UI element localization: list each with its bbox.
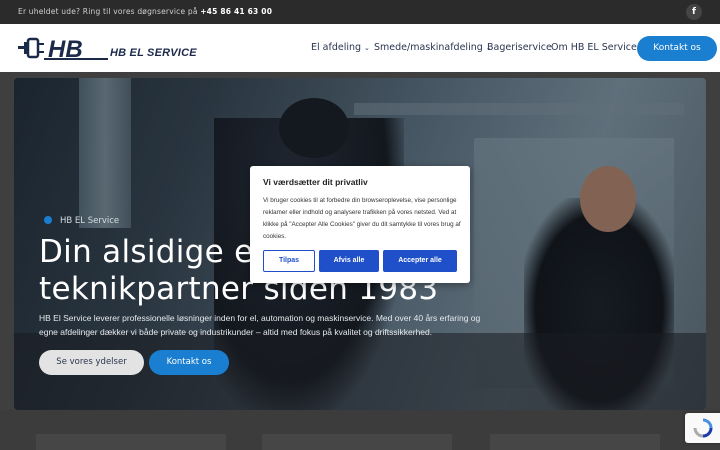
emergency-phone-link[interactable]: +45 86 41 63 00: [200, 7, 272, 16]
cookie-customize-button[interactable]: Tilpas: [263, 250, 315, 272]
cookie-reject-all-button[interactable]: Afvis alle: [319, 250, 379, 272]
hero-eyebrow-text: HB EL Service: [60, 216, 120, 226]
see-services-button[interactable]: Se vores ydelser: [39, 350, 144, 375]
facebook-icon[interactable]: f: [686, 4, 702, 20]
cookie-title: Vi værdsætter dit privatliv: [263, 177, 368, 187]
cookie-body: Vi bruger cookies til at forbedre din br…: [263, 197, 461, 240]
nav-item-label: Om HB EL Service: [551, 42, 637, 53]
recaptcha-badge[interactable]: [685, 413, 720, 443]
bullet-dot-icon: [44, 216, 52, 224]
service-card[interactable]: [36, 434, 226, 450]
logo-text: HB EL SERVICE: [110, 47, 197, 59]
nav-item-label: Smede/maskinafdeling: [374, 42, 483, 53]
hero-eyebrow: HB EL Service: [44, 216, 119, 226]
nav-item-smede-maskinafdeling[interactable]: Smede/maskinafdeling ⌄: [374, 42, 492, 53]
emergency-notice-text: Er uheldet ude? Ring til vores døgnservi…: [18, 7, 201, 16]
top-bar: Er uheldet ude? Ring til vores døgnservi…: [0, 0, 720, 24]
recaptcha-icon: [693, 418, 713, 438]
nav-item-label: Bageriservice: [487, 42, 552, 53]
service-card[interactable]: [490, 434, 660, 450]
chevron-down-icon: ⌄: [364, 44, 370, 52]
nav-item-bageriservice[interactable]: Bageriservice: [487, 42, 552, 53]
main-navigation: HB HB EL SERVICE El afdeling ⌄ Smede/mask…: [0, 24, 720, 72]
nav-item-el-afdeling[interactable]: El afdeling ⌄: [311, 42, 370, 53]
nav-item-label: El afdeling: [311, 42, 362, 53]
nav-item-om-hb-el-service[interactable]: Om HB EL Service⌄: [551, 42, 646, 53]
emergency-notice: Er uheldet ude? Ring til vores døgnservi…: [18, 7, 272, 16]
hero-lead-text: HB El Service leverer professionelle løs…: [39, 313, 481, 337]
cookie-accept-all-button[interactable]: Accepter alle: [383, 250, 457, 272]
site-logo[interactable]: HB HB EL SERVICE: [18, 33, 208, 63]
contact-button-hero[interactable]: Kontakt os: [149, 350, 229, 375]
contact-button-nav[interactable]: Kontakt os: [637, 36, 717, 61]
service-card[interactable]: [262, 434, 452, 450]
plug-logo-icon: HB: [18, 36, 108, 63]
cookie-consent-dialog: Vi værdsætter dit privatliv Vi bruger co…: [250, 166, 470, 283]
